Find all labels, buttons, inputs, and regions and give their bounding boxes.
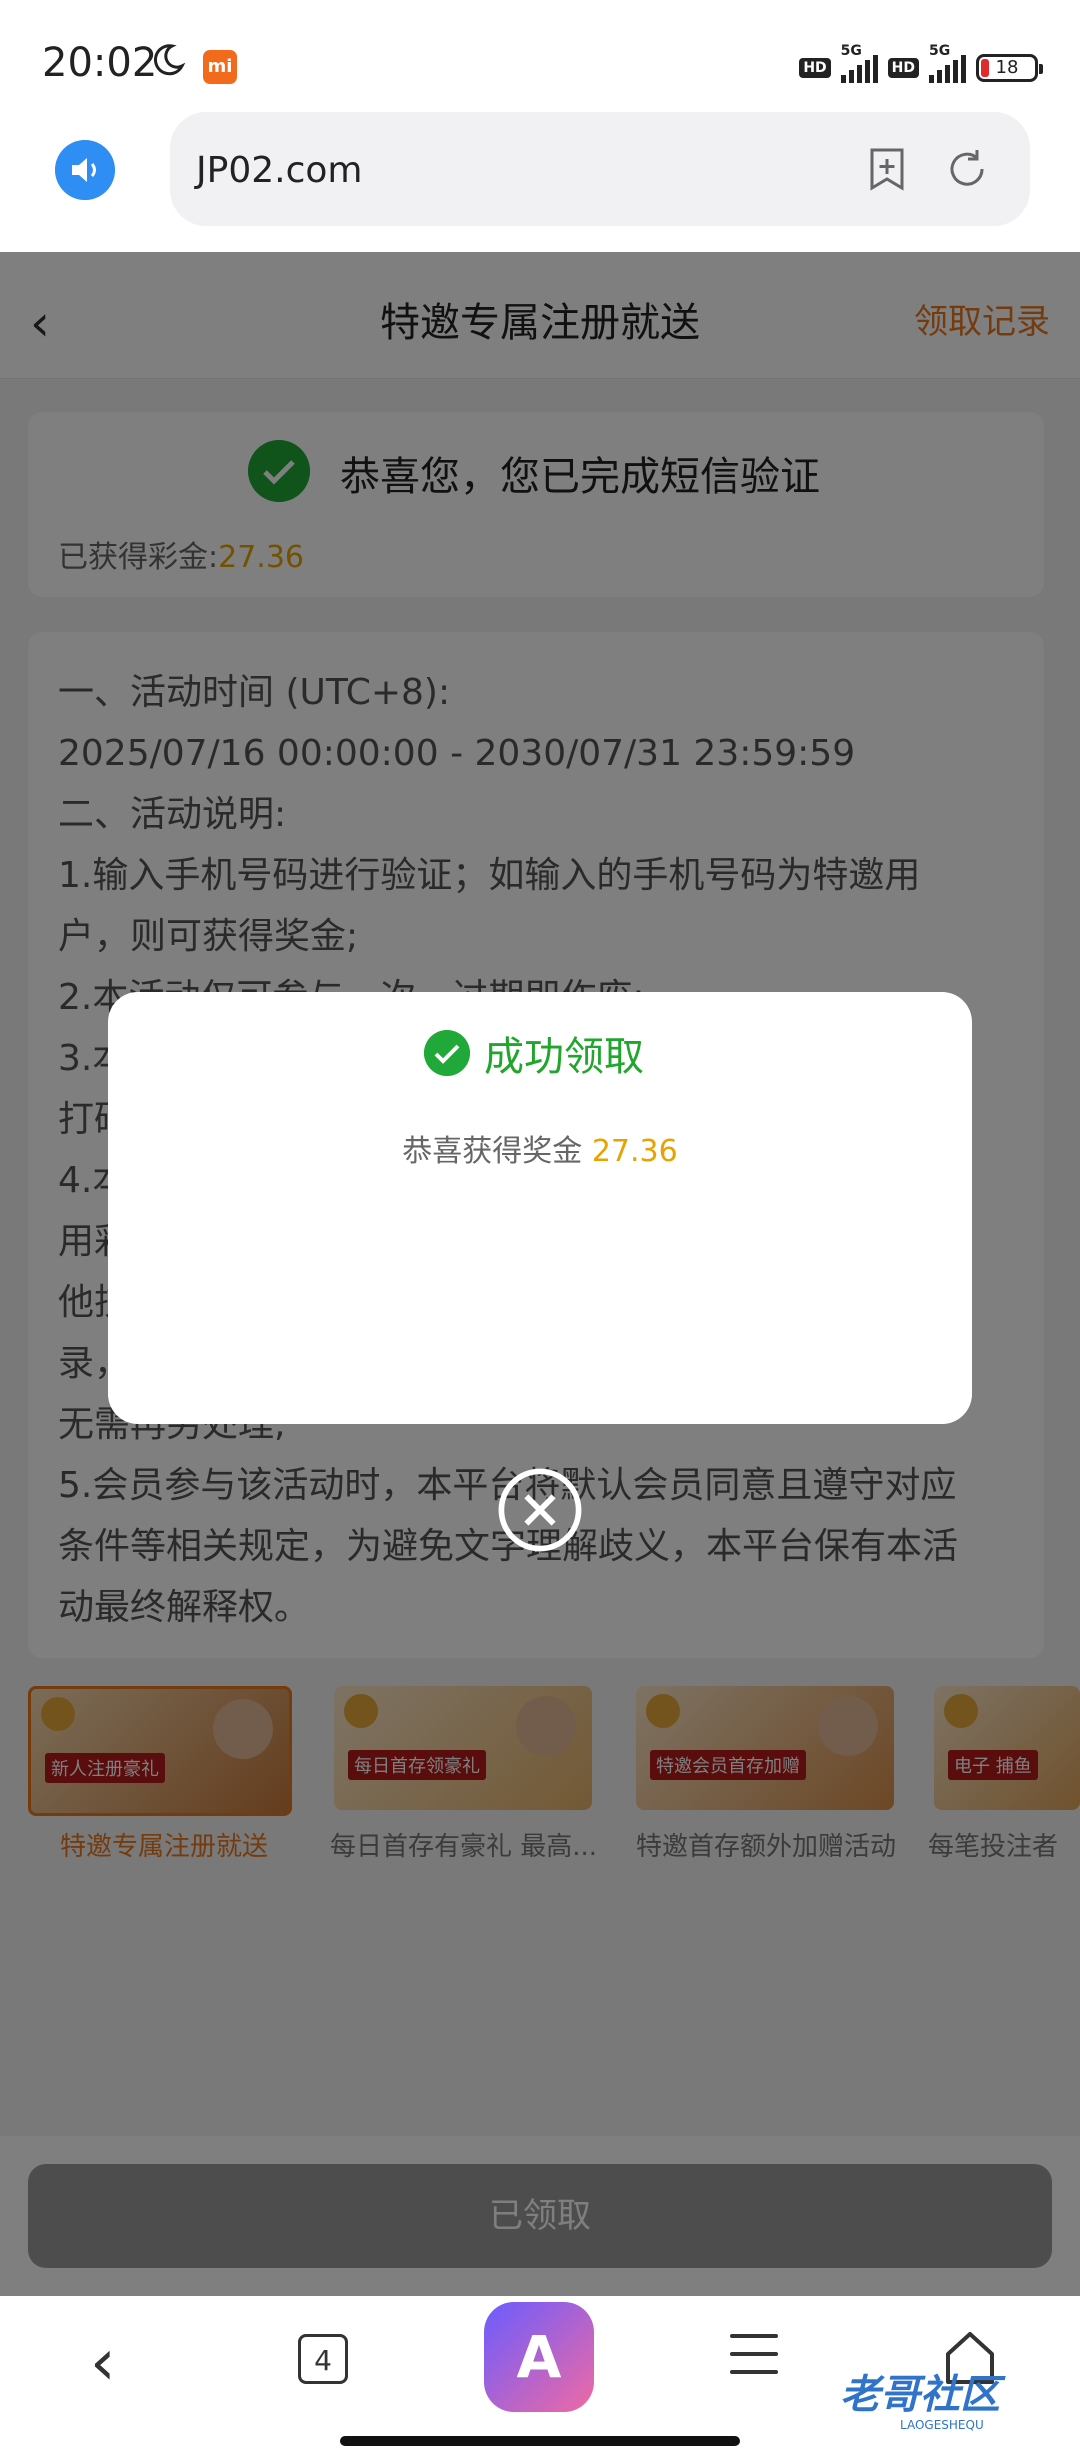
mi-app-icon: mi xyxy=(203,50,237,84)
speaker-icon[interactable] xyxy=(55,140,115,200)
success-check-icon xyxy=(424,1030,470,1076)
hd-badge-2: HD xyxy=(887,58,919,78)
modal-title: 成功领取 xyxy=(484,1034,644,1080)
system-indicators: HD 5G HD 5G 18 xyxy=(799,43,1043,88)
signal-icon-2: 5G xyxy=(929,43,966,83)
close-icon[interactable] xyxy=(498,1468,582,1552)
signal-icon: 5G xyxy=(840,43,878,83)
hd-badge: HD xyxy=(799,58,831,78)
url-text[interactable]: JP02.com xyxy=(196,150,362,191)
menu-icon[interactable] xyxy=(730,2334,778,2382)
bookmark-add-icon[interactable] xyxy=(864,146,910,192)
ai-assistant-button[interactable]: A xyxy=(484,2302,594,2412)
watermark-subtext: LAOGESHEQU xyxy=(900,2418,984,2432)
modal-message: 恭喜获得奖金 27.36 xyxy=(402,1134,678,1169)
status-time: 20:02 xyxy=(42,40,158,86)
refresh-icon[interactable] xyxy=(944,146,990,192)
browser-toolbar: JP02.com xyxy=(0,110,1080,252)
battery-icon: 18 xyxy=(976,54,1043,82)
watermark-logo: 老哥社区 xyxy=(840,2372,1000,2418)
home-indicator[interactable] xyxy=(340,2436,740,2446)
moon-icon xyxy=(153,44,186,76)
nav-back-icon[interactable]: ‹ xyxy=(90,2326,116,2400)
tabs-count-button[interactable]: 4 xyxy=(298,2334,348,2384)
